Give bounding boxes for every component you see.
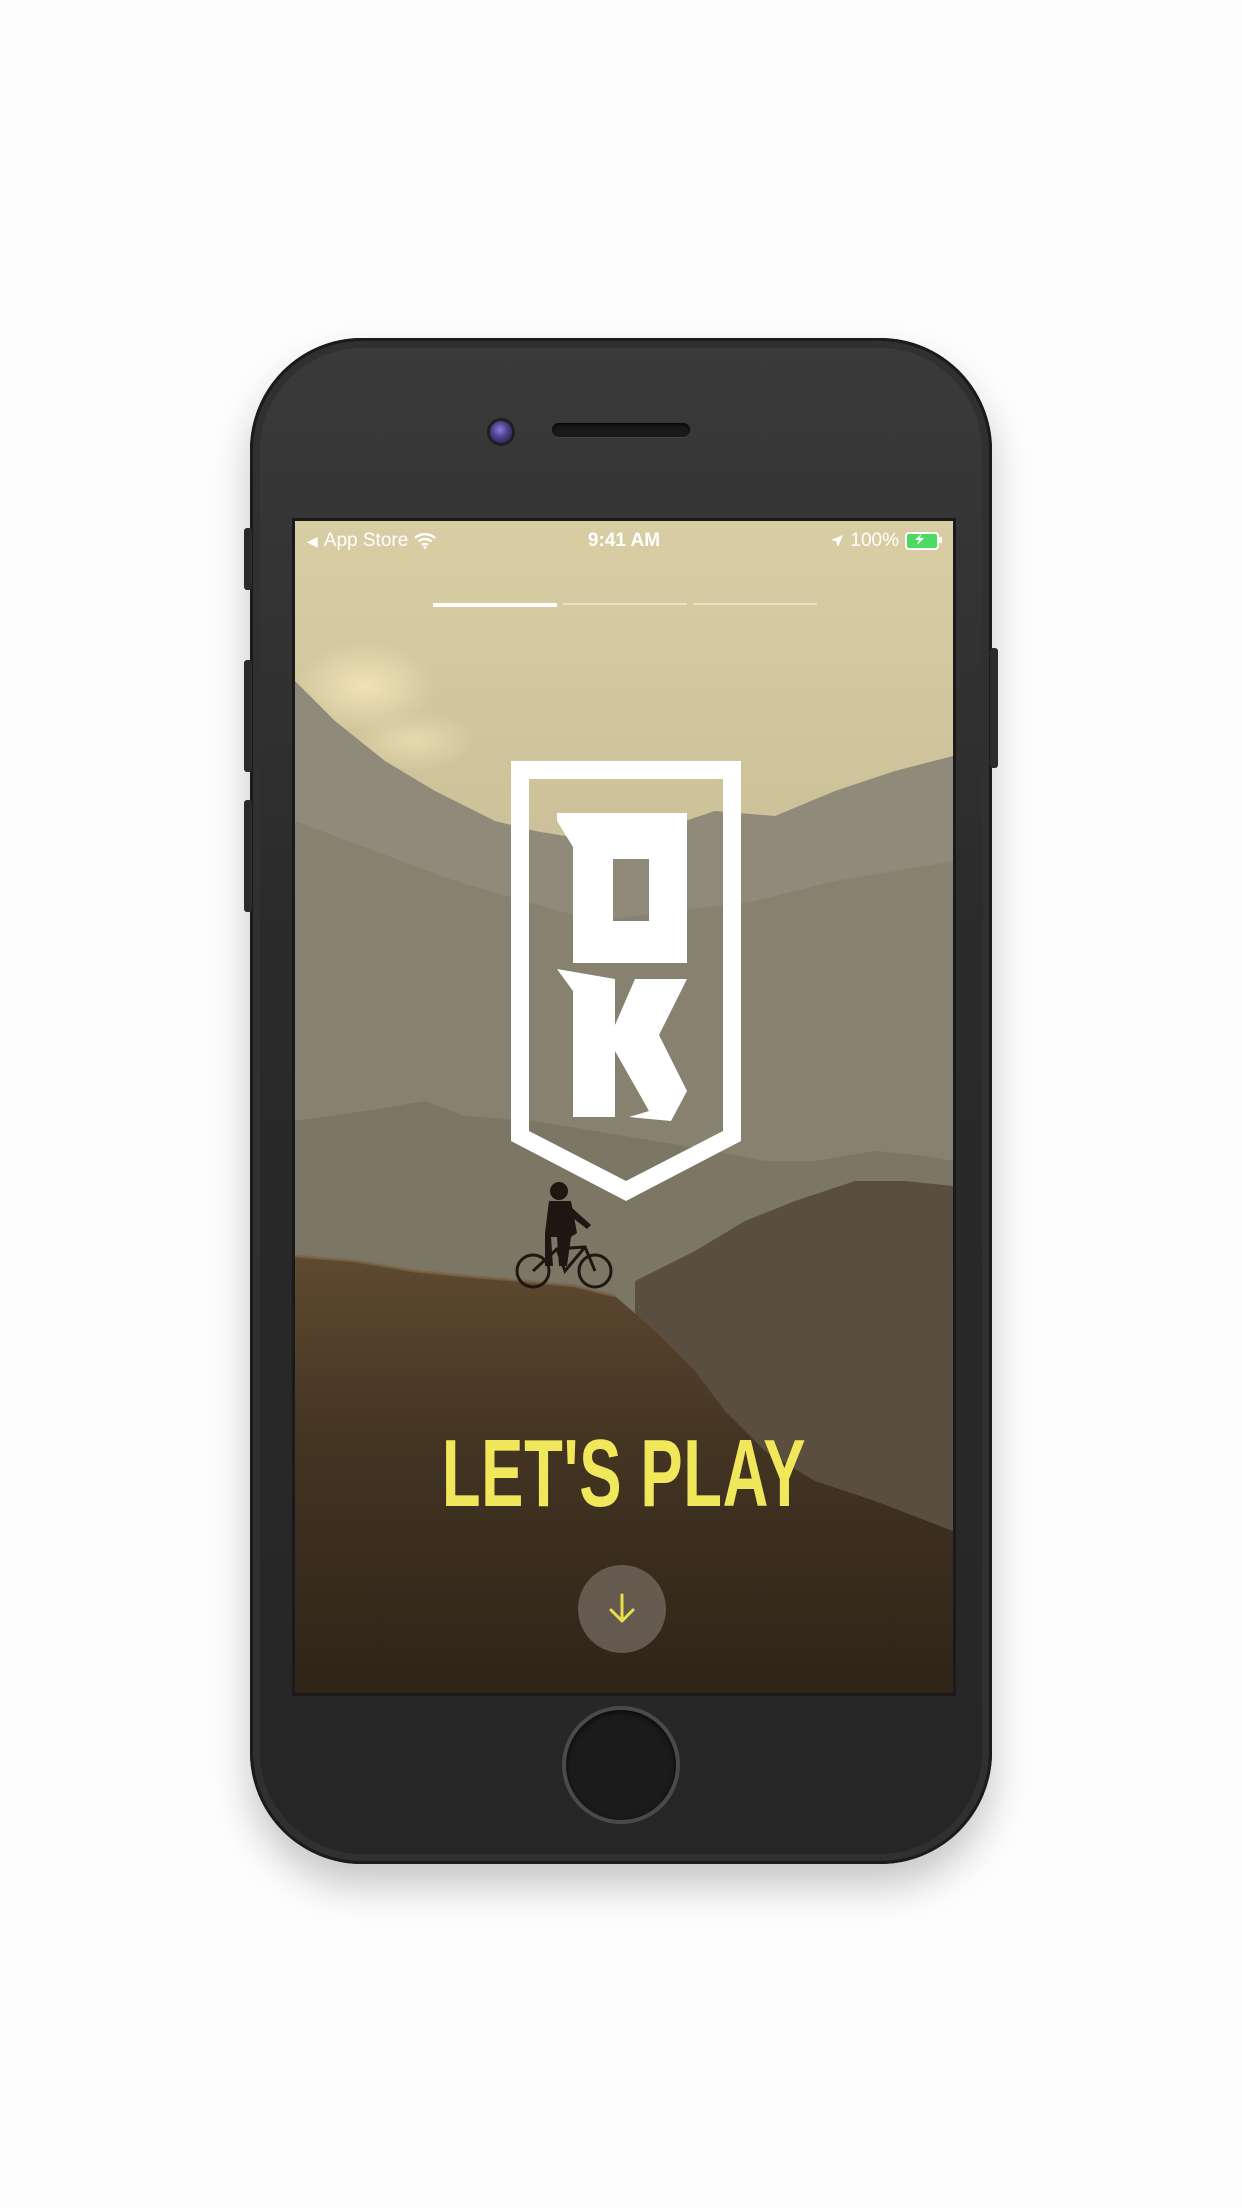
battery-percentage: 100%	[850, 530, 899, 551]
mute-switch	[244, 528, 252, 590]
volume-down-button	[244, 800, 252, 912]
iphone-frame: ◀ App Store 9:41 AM 100% LET'S PLAY	[244, 338, 998, 1864]
device-mockup-stage: ◀ App Store 9:41 AM 100% LET'S PLAY	[0, 0, 1242, 2208]
location-arrow-icon	[831, 535, 844, 547]
scroll-down-button[interactable]	[578, 1565, 666, 1653]
progress-segment-2	[563, 603, 687, 605]
front-camera	[490, 421, 512, 443]
power-button	[990, 648, 998, 768]
progress-segment-1	[433, 603, 557, 607]
phone-screen: ◀ App Store 9:41 AM 100% LET'S PLAY	[292, 518, 956, 1696]
progress-segment-3	[693, 603, 817, 605]
status-bar: ◀ App Store 9:41 AM 100%	[295, 521, 953, 561]
home-button[interactable]	[566, 1710, 676, 1820]
volume-up-button	[244, 660, 252, 772]
headline: LET'S PLAY	[441, 1420, 807, 1527]
battery-charging-icon	[905, 532, 942, 550]
onboarding-progress	[433, 603, 817, 607]
bk-shield-logo-icon	[511, 761, 741, 1201]
arrow-down-icon	[609, 1593, 635, 1623]
earpiece-speaker	[552, 423, 690, 437]
